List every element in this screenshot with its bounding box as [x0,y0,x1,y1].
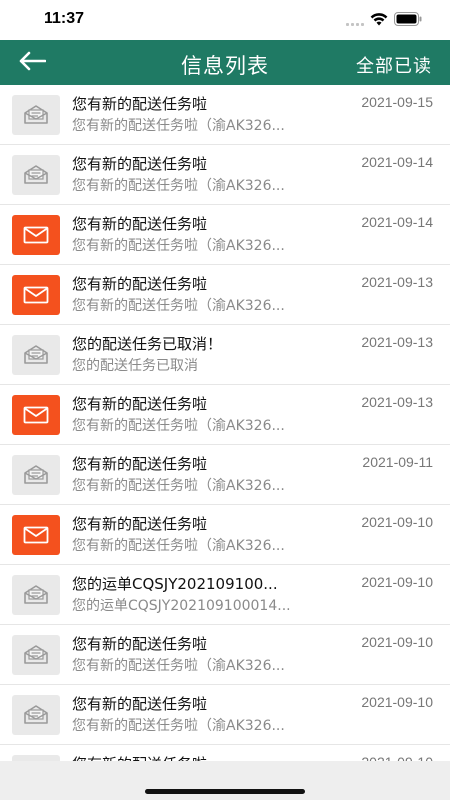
back-arrow-icon [18,51,47,75]
message-title: 您有新的配送任务啦 [72,695,208,713]
message-preview: 您有新的配送任务啦（渝AK326... [72,298,285,314]
battery-icon [394,11,422,30]
message-item[interactable]: 您有新的配送任务啦您有新的配送任务啦（渝AK326... 2021-09-14 [0,145,450,205]
opened-envelope-icon [12,455,60,495]
opened-envelope-icon [12,635,60,675]
message-list[interactable]: 您有新的配送任务啦 您有新的配送任务啦（渝AK326... 2021-09-15 您有… [0,85,450,761]
message-title: 您有新的配送任务啦 [72,155,208,173]
message-preview: 您有新的配送任务啦（渝AK326... [72,178,285,194]
status-time: 11:37 [44,10,85,27]
message-date: 2021-09-13 [361,274,433,290]
message-date: 2021-09-13 [361,394,433,410]
message-date: 2021-09-10 [361,514,433,530]
message-title: 您有新的配送任务啦 [72,395,208,413]
opened-envelope-icon [12,155,60,195]
status-icons [346,11,422,30]
message-title: 您的配送任务已取消！ [72,335,223,353]
mark-all-read-button[interactable]: 全部已读 [356,52,432,78]
message-preview: 您的配送任务已取消 [72,358,198,374]
message-preview: 您有新的配送任务啦（渝AK326... [72,478,285,494]
unread-envelope-icon [12,215,60,255]
message-item[interactable]: 您有新的配送任务啦您有新的配送任务啦（渝AK326... 2021-09-10 [0,625,450,685]
opened-envelope-icon [12,695,60,735]
message-item[interactable]: 您的运单CQSJY202109100... 您的运单CQSJY2021091000… [0,565,450,625]
message-title: 您有新的配送任务啦 [72,455,208,473]
message-item[interactable]: 您有新的配送任务啦您有新的配送任务啦（渝AK326... 2021-09-15 [0,85,450,145]
message-item[interactable]: 您有新的配送任务啦您有新的配送任务啦（渝AK326...2021-09-10 [0,745,450,761]
message-title: 您的运单CQSJY202109100... [72,575,278,593]
message-item[interactable]: 您有新的配送任务啦您有新的配送任务啦（渝AK326... 2021-09-11 [0,445,450,505]
message-date: 2021-09-10 [361,754,433,761]
message-title: 您有新的配送任务啦 [72,515,208,533]
unread-envelope-icon [12,395,60,435]
unread-envelope-icon [12,515,60,555]
message-preview: 您有新的配送任务啦（渝AK326... [72,718,285,734]
message-date: 2021-09-10 [361,574,433,590]
message-title: 您有新的配送任务啦 [72,753,328,761]
message-preview: 您有新的配送任务啦（渝AK326... [72,118,285,134]
message-date: 2021-09-15 [361,94,433,110]
message-date: 2021-09-14 [361,154,433,170]
message-date: 2021-09-10 [361,694,433,710]
message-item[interactable]: 您有新的配送任务啦您有新的配送任务啦（渝AK326... 2021-09-13 [0,265,450,325]
message-preview: 您有新的配送任务啦（渝AK326... [72,418,285,434]
message-item[interactable]: 您有新的配送任务啦您有新的配送任务啦（渝AK326... 2021-09-13 [0,385,450,445]
home-indicator[interactable] [145,789,305,794]
message-item[interactable]: 您的配送任务已取消！ 您的配送任务已取消 2021-09-13 [0,325,450,385]
wifi-icon [370,11,388,30]
message-preview: 您有新的配送任务啦（渝AK326... [72,658,285,674]
opened-envelope-icon [12,335,60,375]
opened-envelope-icon [12,575,60,615]
message-item[interactable]: 您有新的配送任务啦您有新的配送任务啦（渝AK326... 2021-09-14 [0,205,450,265]
message-preview: 您有新的配送任务啦（渝AK326... [72,238,285,254]
message-title: 您有新的配送任务啦 [72,635,208,653]
message-title: 您有新的配送任务啦 [72,95,208,113]
back-button[interactable] [14,48,50,78]
bottom-area [0,761,450,800]
opened-envelope-icon [12,95,60,135]
navigation-bar: 信息列表 全部已读 [0,40,450,85]
message-item[interactable]: 您有新的配送任务啦您有新的配送任务啦（渝AK326... 2021-09-10 [0,685,450,745]
signal-icon [346,11,364,30]
message-date: 2021-09-11 [362,454,433,470]
message-preview: 您的运单CQSJY20210910001​4... [72,598,291,614]
message-item[interactable]: 您有新的配送任务啦您有新的配送任务啦（渝AK326... 2021-09-10 [0,505,450,565]
unread-envelope-icon [12,275,60,315]
message-date: 2021-09-14 [361,214,433,230]
message-date: 2021-09-13 [361,334,433,350]
message-date: 2021-09-10 [361,634,433,650]
status-bar: 11:37 [0,0,450,40]
message-preview: 您有新的配送任务啦（渝AK326... [72,538,285,554]
message-title: 您有新的配送任务啦 [72,215,208,233]
message-title: 您有新的配送任务啦 [72,275,208,293]
